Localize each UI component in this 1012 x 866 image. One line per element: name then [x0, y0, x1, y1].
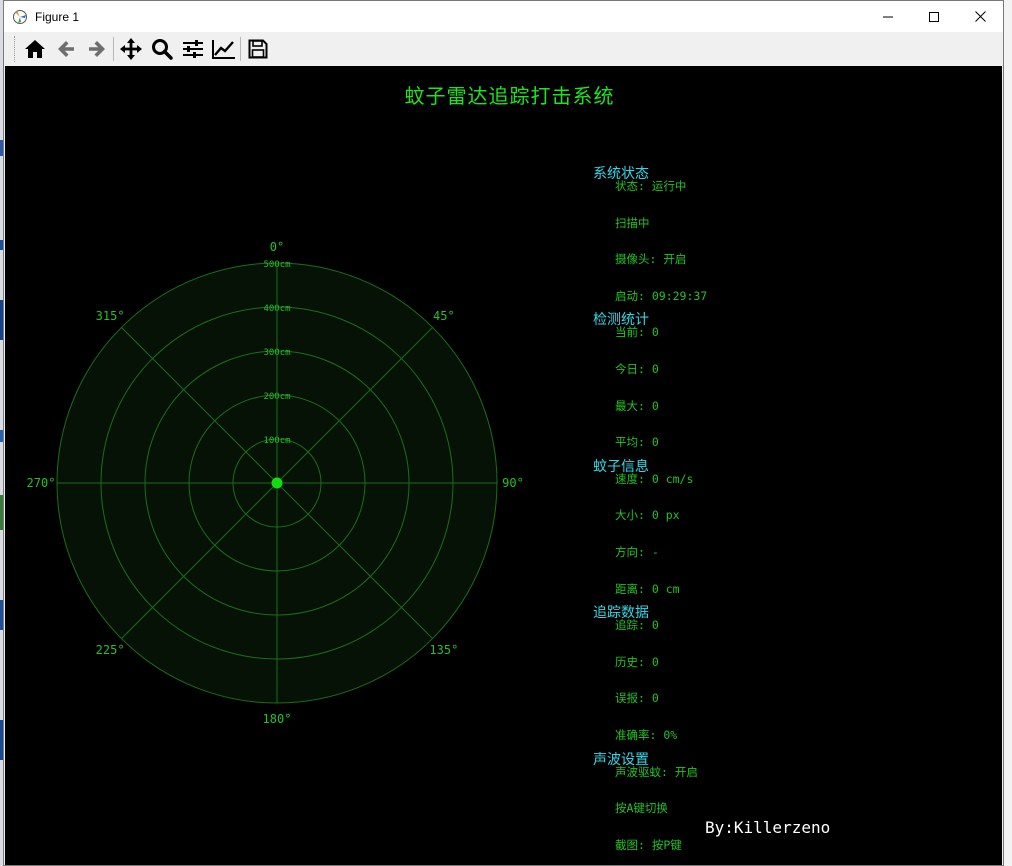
desktop-background-right — [1003, 0, 1012, 866]
close-icon — [974, 11, 986, 22]
section-item: 平均: 0 — [615, 435, 659, 450]
section-item: 准确率: 0% — [615, 728, 678, 742]
section-item: 追踪: 0 — [615, 618, 659, 633]
info-panel: 系统状态 状态: 运行中 扫描中 摄像头: 开启 启动: 09:29:37 检测统计 当前:… — [5, 66, 1002, 865]
section-item: 误报: 0 — [615, 691, 659, 706]
navigation-toolbar — [4, 32, 1003, 66]
section-item: 按A键切换 — [615, 801, 668, 816]
maximize-icon — [929, 11, 939, 22]
section-item: 状态: 运行中 — [615, 179, 687, 193]
sliders-icon — [182, 40, 203, 58]
figure-window: Figure 1 蚊子雷达追踪打击系统 100cm 200cm 300cm 40… — [3, 0, 1004, 866]
matplotlib-app-icon — [12, 9, 28, 25]
save-icon — [248, 39, 267, 59]
toolbar-separator — [113, 37, 114, 61]
minimize-icon — [883, 16, 893, 17]
forward-button[interactable] — [81, 34, 112, 64]
arrow-left-icon — [57, 41, 74, 57]
section-item: 声波驱蚊: 开启 — [615, 764, 698, 779]
home-button[interactable] — [19, 34, 50, 64]
section-item: 最大: 0 — [615, 398, 659, 413]
minimize-button[interactable] — [865, 1, 911, 32]
zoom-icon — [151, 39, 173, 60]
section-item: 截图: 按P键 — [615, 837, 682, 852]
section-item: 扫描中 — [615, 215, 650, 230]
section-item: 摄像头: 开启 — [615, 252, 687, 267]
configure-subplots-button[interactable] — [177, 34, 208, 64]
arrow-right-icon — [88, 41, 105, 57]
toolbar-grip[interactable] — [14, 36, 18, 62]
back-button[interactable] — [50, 34, 81, 64]
zoom-button[interactable] — [146, 34, 177, 64]
section-item: 历史: 0 — [615, 654, 659, 669]
author-signature: By:Killerzeno — [705, 818, 831, 837]
pan-button[interactable] — [115, 34, 146, 64]
section-item: 大小: 0 px — [615, 508, 680, 523]
section-item: 启动: 09:29:37 — [615, 288, 708, 303]
figure-canvas[interactable]: 蚊子雷达追踪打击系统 100cm 200cm 300cm 400cm 500cm 0° 45… — [5, 66, 1002, 865]
maximize-button[interactable] — [911, 1, 957, 32]
title-bar[interactable]: Figure 1 — [4, 1, 1003, 32]
window-title: Figure 1 — [35, 9, 80, 24]
edit-axis-button[interactable] — [208, 34, 239, 64]
toolbar-separator — [240, 37, 241, 61]
close-button[interactable] — [957, 1, 1003, 32]
save-button[interactable] — [242, 34, 273, 64]
chart-line-icon — [211, 40, 235, 59]
section-item: 速度: 0 cm/s — [615, 471, 694, 486]
move-icon — [119, 38, 142, 60]
section-item: 距离: 0 cm — [615, 581, 680, 596]
section-item: 今日: 0 — [615, 362, 659, 376]
section-item: 当前: 0 — [615, 325, 659, 340]
section-item: 方向: - — [615, 545, 659, 559]
home-icon — [24, 40, 45, 58]
